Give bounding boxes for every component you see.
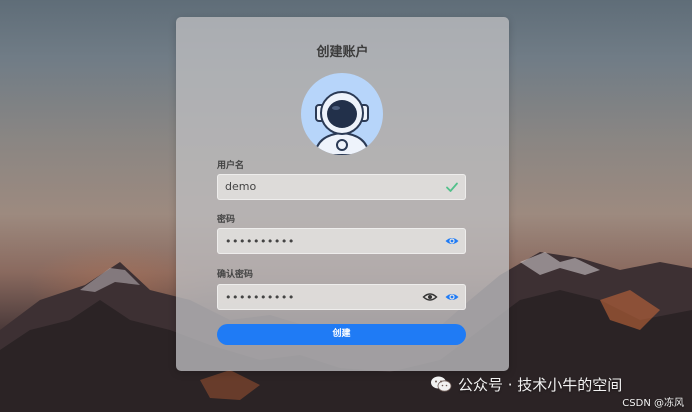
username-field[interactable]: demo xyxy=(217,174,466,200)
eye-icon[interactable] xyxy=(444,289,460,305)
page-title: 创建账户 xyxy=(316,45,369,60)
username-label: 用户名 xyxy=(217,161,245,171)
password-value[interactable]: •••••••••• xyxy=(225,229,295,255)
wechat-icon xyxy=(431,376,452,392)
watermark-text: 公众号 · 技术小牛的空间 xyxy=(458,375,623,394)
password-field[interactable]: •••••••••• xyxy=(217,228,466,254)
create-button[interactable]: 创建 xyxy=(217,324,466,345)
credit-text: CSDN @冻风 xyxy=(622,398,684,409)
astronaut-avatar-icon xyxy=(313,91,371,155)
eye-outline-icon[interactable] xyxy=(422,289,438,305)
eye-icon[interactable] xyxy=(444,233,460,249)
create-account-card: 创建账户 用户名 demo 密码 •••••••••• 确认密码 •••••••… xyxy=(176,17,509,371)
check-icon xyxy=(444,179,460,195)
confirm-password-value[interactable]: •••••••••• xyxy=(225,285,295,311)
username-value[interactable]: demo xyxy=(225,174,256,200)
wechat-watermark: 公众号 · 技术小牛的空间 xyxy=(430,372,622,396)
confirm-password-label: 确认密码 xyxy=(217,270,254,280)
avatar[interactable] xyxy=(301,73,383,155)
password-label: 密码 xyxy=(217,215,236,225)
confirm-password-field[interactable]: •••••••••• xyxy=(217,284,466,310)
